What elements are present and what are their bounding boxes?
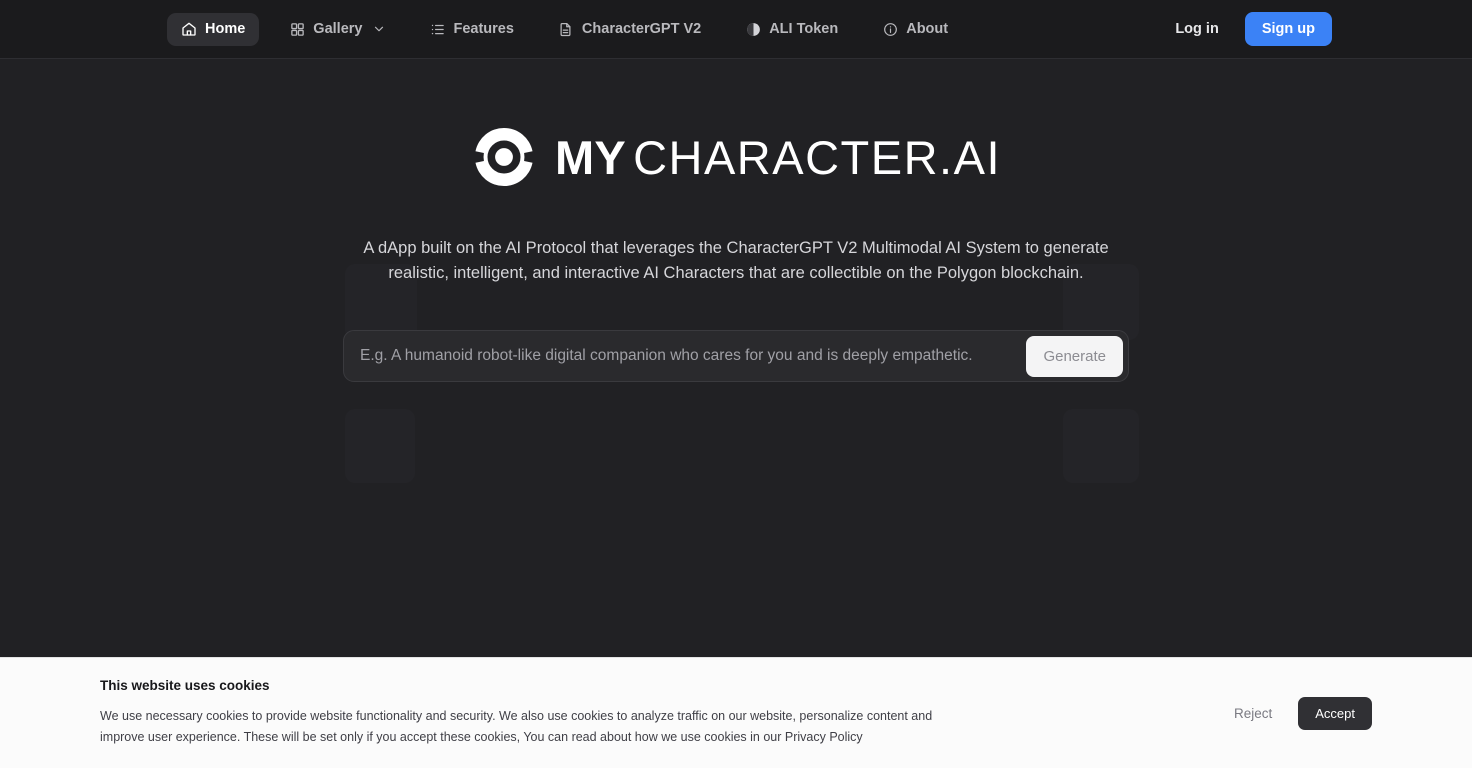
wordmark: MY CHARACTER.AI <box>555 134 1001 181</box>
nav-item-charactergpt-v2[interactable]: CharacterGPT V2 <box>544 13 715 46</box>
prompt-bar: Generate <box>343 330 1129 382</box>
cookie-banner-title: This website uses cookies <box>100 678 270 693</box>
nav-item-home[interactable]: Home <box>167 12 260 46</box>
cookie-consent-banner: This website uses cookies We use necessa… <box>0 657 1472 768</box>
top-navigation-bar: Home Gallery Features CharacterGPT V2 AL… <box>0 0 1472 59</box>
nav-item-features[interactable]: Features <box>415 13 527 46</box>
main-nav: Home Gallery Features CharacterGPT V2 AL… <box>167 12 962 46</box>
signup-button[interactable]: Sign up <box>1244 12 1332 46</box>
nav-item-features-label: Features <box>453 21 514 37</box>
nav-item-ali-token-label: ALI Token <box>769 21 839 37</box>
home-icon <box>181 21 197 37</box>
nav-item-gallery-label: Gallery <box>313 21 363 37</box>
nav-item-about[interactable]: About <box>868 13 962 46</box>
brand-lockup: MY CHARACTER.AI <box>471 121 1001 193</box>
chevron-down-icon[interactable] <box>372 23 385 36</box>
login-button[interactable]: Log in <box>1161 14 1233 44</box>
token-circle-icon <box>745 21 761 37</box>
nav-item-ali-token[interactable]: ALI Token <box>731 13 852 46</box>
wordmark-characterai: CHARACTER.AI <box>633 130 1002 184</box>
placeholder-block <box>1063 409 1139 483</box>
nav-item-about-label: About <box>906 21 949 37</box>
wordmark-my: MY <box>554 130 627 184</box>
generate-button[interactable]: Generate <box>1026 335 1123 377</box>
accept-cookies-button[interactable]: Accept <box>1298 696 1372 730</box>
cookie-text-block: This website uses cookies We use necessa… <box>100 678 980 748</box>
cookie-banner-body: We use necessary cookies to provide webs… <box>100 709 933 744</box>
list-icon <box>429 21 445 37</box>
mycharacter-ring-icon <box>471 124 537 190</box>
nav-item-home-label: Home <box>205 21 246 37</box>
reject-cookies-button[interactable]: Reject <box>1222 698 1284 729</box>
document-icon <box>558 21 574 37</box>
hero-section: MY CHARACTER.AI A dApp built on the AI P… <box>0 59 1472 382</box>
hero-tagline: A dApp built on the AI Protocol that lev… <box>363 239 1109 282</box>
main-content: MY CHARACTER.AI A dApp built on the AI P… <box>0 59 1472 768</box>
nav-item-gallery[interactable]: Gallery <box>275 13 399 46</box>
grid-icon <box>289 21 305 37</box>
prompt-input[interactable] <box>344 331 1027 381</box>
nav-item-charactergpt-v2-label: CharacterGPT V2 <box>581 21 702 37</box>
cookie-banner-actions: Reject Accept <box>1222 696 1372 730</box>
info-circle-icon <box>882 21 898 37</box>
placeholder-block <box>345 409 415 483</box>
header-auth-actions: Log in Sign up <box>1161 12 1332 46</box>
